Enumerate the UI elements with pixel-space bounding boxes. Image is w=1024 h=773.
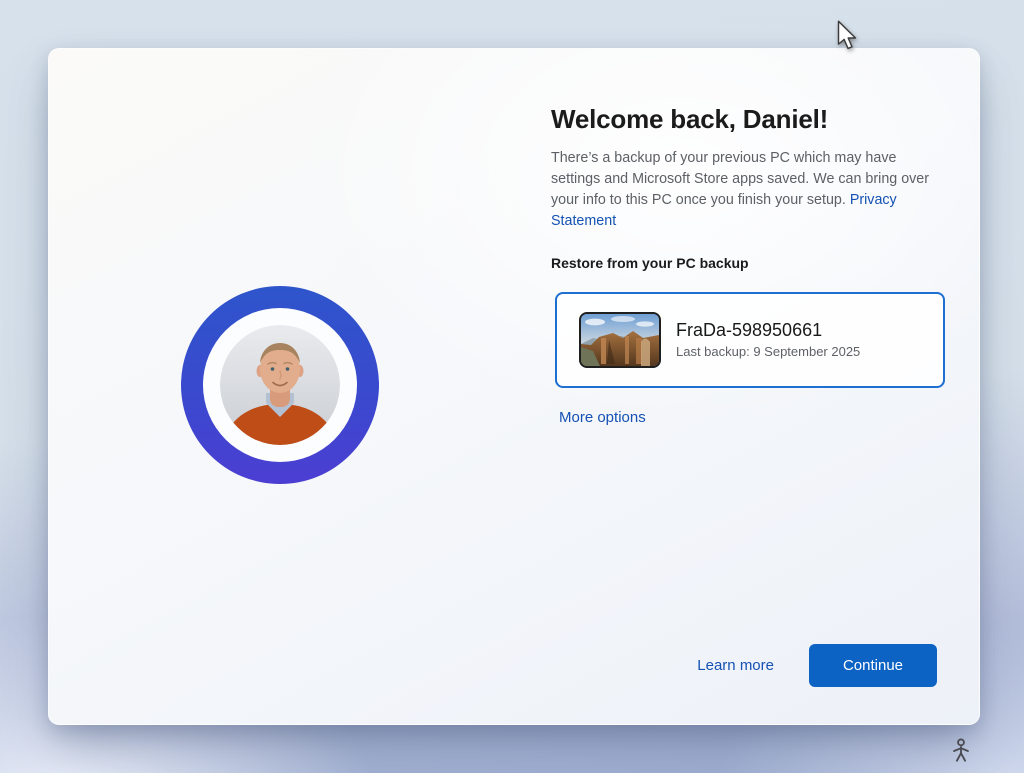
dialog-footer: Learn more Continue — [697, 644, 937, 687]
continue-button[interactable]: Continue — [809, 644, 937, 687]
backup-device-name: FraDa-598950661 — [676, 320, 823, 340]
backup-thumbnail-image — [579, 312, 661, 368]
restore-section-label: Restore from your PC backup — [551, 255, 749, 271]
backup-card-text: FraDa-598950661 Last backup: 9 September… — [676, 319, 860, 361]
page-title: Welcome back, Daniel! — [551, 104, 829, 134]
user-avatar-ring — [181, 286, 379, 484]
accessibility-icon[interactable] — [949, 738, 973, 764]
oobe-dialog: Welcome back, Daniel! There’s a backup o… — [48, 48, 980, 725]
mouse-cursor-icon — [837, 20, 857, 50]
backup-last-date: Last backup: 9 September 2025 — [676, 344, 861, 359]
user-avatar-photo — [220, 325, 340, 445]
backup-card[interactable]: FraDa-598950661 Last backup: 9 September… — [555, 292, 945, 388]
user-avatar-gap — [203, 308, 357, 462]
screen: Welcome back, Daniel! There’s a backup o… — [0, 0, 1024, 773]
learn-more-link[interactable]: Learn more — [697, 657, 774, 674]
more-options-link[interactable]: More options — [559, 409, 646, 426]
intro-text: There’s a backup of your previous PC whi… — [551, 148, 931, 232]
